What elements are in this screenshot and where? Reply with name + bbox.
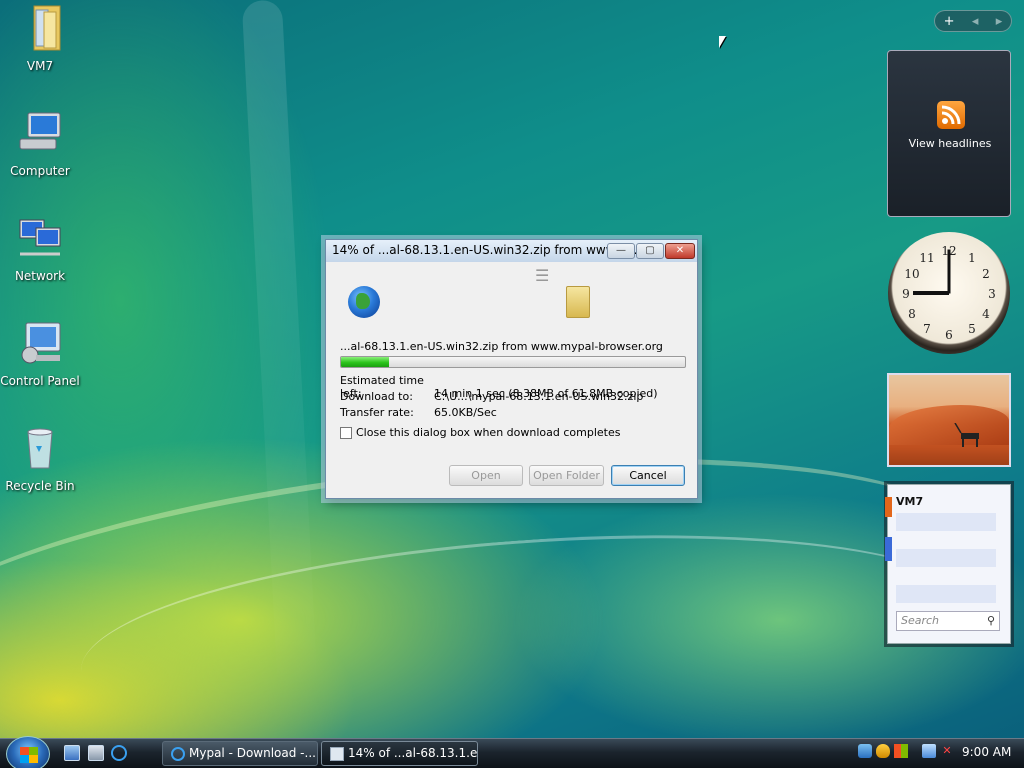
transfer-rate-row: Transfer rate: 65.0KB/Sec [340,406,497,419]
dialog-title: 14% of ...al-68.13.1.en-US.win32.zip fro… [332,243,642,257]
cancel-button[interactable]: Cancel [611,465,685,486]
security-shield-icon[interactable] [876,744,890,758]
flying-document-icon: ☰ [535,266,550,285]
contacts-tab-blue [885,537,892,561]
network-connection-icon[interactable] [922,744,936,758]
control-panel-icon [21,322,61,364]
download-to-row: Download to: C:\U...\mypal-68.13.1.en-US.… [340,390,643,403]
network-icon [19,219,61,256]
clock-number: 3 [988,287,996,301]
start-button[interactable] [6,736,50,768]
list-item[interactable] [896,513,996,531]
checkbox-label: Close this dialog box when download comp… [356,426,621,439]
desktop-icon-label: Network [14,269,66,283]
volume-muted-icon[interactable]: ✕ [940,744,954,758]
desktop-icon-vm7[interactable]: VM7 [0,4,80,73]
ie-icon[interactable] [111,745,127,761]
desktop-icon-control-panel[interactable]: Control Panel [0,319,80,388]
contacts-gadget[interactable]: VM7 Search ⚲ [885,484,1011,644]
contacts-title: VM7 [896,495,924,508]
feed-headlines-gadget[interactable]: View headlines [887,50,1011,217]
clock-number: 7 [923,322,931,336]
clock-number: 4 [982,307,990,321]
open-button[interactable]: Open [449,465,523,486]
windows-update-icon[interactable] [894,744,908,758]
search-placeholder: Search [901,614,940,627]
oryx-silhouette-icon [954,423,979,447]
search-icon[interactable]: ⚲ [987,614,995,627]
clock-number: 11 [919,251,935,265]
list-item[interactable] [896,549,996,567]
folder-icon [566,286,590,318]
download-progress-bar [340,356,686,368]
clock-number: 1 [968,251,976,265]
download-window-icon [330,747,344,761]
globe-icon [348,286,380,318]
view-headlines-label: View headlines [908,137,992,150]
mouse-cursor-icon [719,36,726,48]
previous-gadgets-button[interactable]: ◂ [972,14,979,29]
download-to-value: C:\U...\mypal-68.13.1.en-US.win32.zip [434,390,644,403]
download-to-label: Download to: [340,390,413,403]
close-button[interactable]: ✕ [665,243,695,259]
desktop-icon-label: Computer [10,164,70,178]
desktop-icon-recycle-bin[interactable]: Recycle Bin [0,424,80,493]
desktop-icon-network[interactable]: Network [0,214,80,283]
clock-gadget[interactable]: 12 1 2 3 4 5 6 7 8 9 10 11 [888,232,1010,354]
computer-icon [19,112,61,150]
ie-icon [171,747,185,761]
desktop-icon-computer[interactable]: Computer [0,109,80,178]
show-desktop-icon[interactable] [64,745,80,761]
clock-number: 6 [945,328,953,342]
taskbar-button-download[interactable]: 14% of ...al-68.13.1.e... [321,741,478,766]
folder-icon [33,5,61,51]
add-gadget-button[interactable]: + [944,14,955,29]
contacts-search-input[interactable]: Search ⚲ [896,611,1000,631]
desktop-icon-label: VM7 [26,59,54,73]
switch-windows-icon[interactable] [88,745,104,761]
clock-number: 5 [968,322,976,336]
checkbox-box[interactable] [340,426,352,439]
minimize-button[interactable]: — [607,243,635,259]
clock-hour-hand [913,291,949,295]
desktop-icon-label: Recycle Bin [5,479,75,493]
desktop-icon-label: Control Panel [0,374,80,388]
clock-minute-hand [947,249,951,293]
clock-number: 8 [908,307,916,321]
rss-icon [937,101,965,129]
windows-logo-icon [20,747,38,763]
dialog-title-bar[interactable]: 14% of ...al-68.13.1.en-US.win32.zip fro… [326,240,697,262]
taskbar-button-label: 14% of ...al-68.13.1.e... [348,746,478,760]
next-gadgets-button[interactable]: ▸ [996,14,1003,29]
clock-number: 10 [904,267,920,281]
clock-number: 2 [982,267,990,281]
desert-dune-image [889,405,1009,445]
recycle-bin-icon [27,428,53,469]
taskbar-button-label: Mypal - Download -... [189,746,316,760]
network-tray-icon[interactable] [858,744,872,758]
download-file-line: ...al-68.13.1.en-US.win32.zip from www.m… [340,340,663,353]
open-folder-button[interactable]: Open Folder [529,465,604,486]
transfer-rate-label: Transfer rate: [340,406,414,419]
download-dialog: 14% of ...al-68.13.1.en-US.win32.zip fro… [325,239,698,499]
transfer-rate-value: 65.0KB/Sec [434,406,497,419]
slideshow-gadget[interactable] [887,373,1011,467]
progress-fill [341,357,390,367]
taskbar-clock[interactable]: 9:00 AM [962,745,1011,759]
taskbar-button-mypal[interactable]: Mypal - Download -... [162,741,318,766]
clock-number: 9 [902,287,910,301]
maximize-button[interactable]: ▢ [636,243,664,259]
contacts-tab-orange [885,497,892,517]
sidebar-controls: + ◂ ▸ [934,10,1012,32]
close-when-complete-checkbox[interactable]: Close this dialog box when download comp… [340,426,620,439]
list-item[interactable] [896,585,996,603]
